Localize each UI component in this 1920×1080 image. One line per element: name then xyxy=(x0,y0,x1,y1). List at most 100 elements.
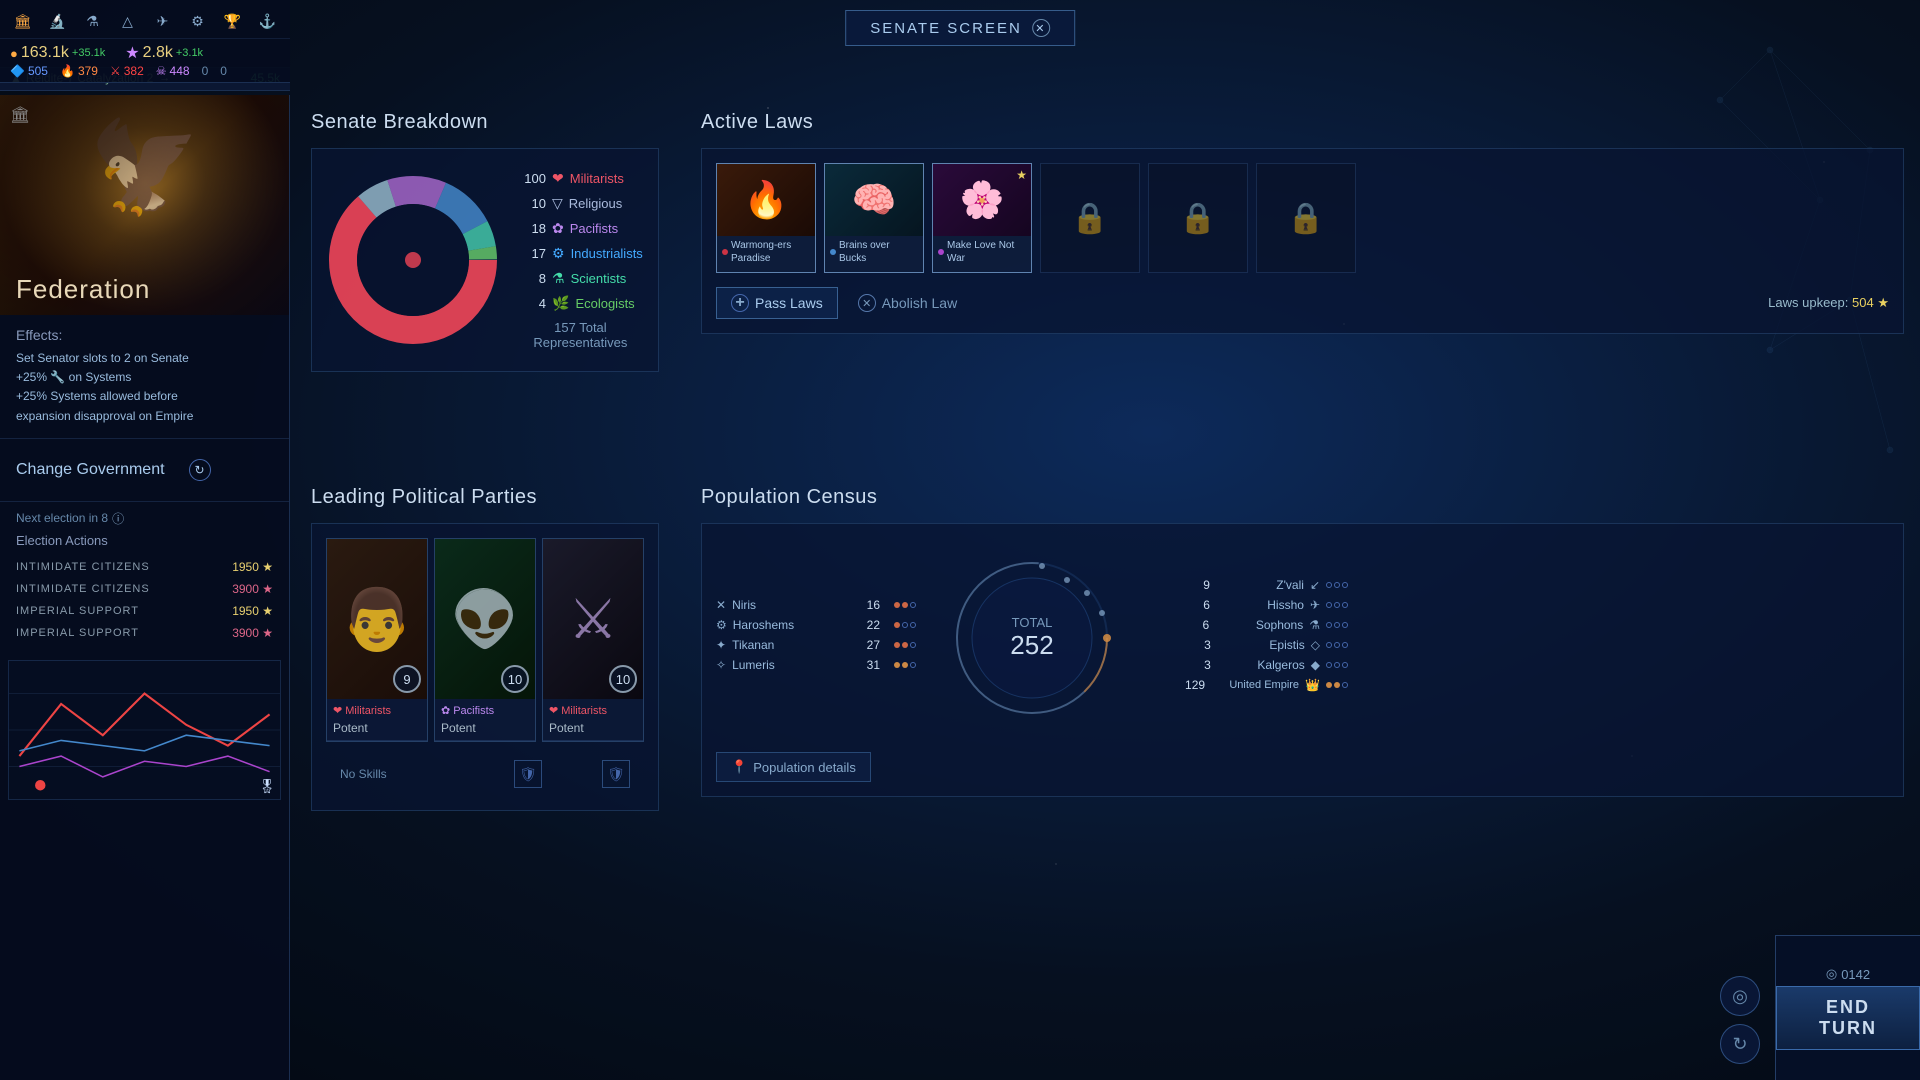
leader-portrait-3: ⚔ 10 xyxy=(543,539,643,699)
haroshems-dot-1 xyxy=(894,622,900,628)
election-chart: 🎖 xyxy=(8,660,281,800)
zvali-dots xyxy=(1326,582,1348,588)
brains-dot xyxy=(830,249,836,255)
tikanan-dot-3 xyxy=(910,642,916,648)
industrialist-label: Industrialists xyxy=(571,246,643,261)
action-imperial-2[interactable]: IMPERIAL SUPPORT 3900 ★ xyxy=(16,622,273,644)
end-turn-button[interactable]: END TURN xyxy=(1776,986,1920,1050)
party-religious: 10 ▽ Religious xyxy=(518,195,643,212)
niris-dot-2 xyxy=(902,602,908,608)
leader-portrait-1: 👨 9 xyxy=(327,539,427,699)
law-card-brains[interactable]: 🧠 Brains over Bucks xyxy=(824,163,924,273)
leader-party-2: ✿ Pacifists xyxy=(435,699,535,719)
compass-button-1[interactable]: ◎ xyxy=(1720,976,1760,1016)
law-card-warmongers[interactable]: 🔥 Warmong-ers Paradise xyxy=(716,163,816,273)
party-ecologists: 4 🌿 Ecologists xyxy=(518,295,643,312)
senate-title-text: SENATE SCREEN xyxy=(870,20,1022,37)
close-button[interactable]: ✕ xyxy=(1032,19,1050,37)
action-intimidate-1[interactable]: INTIMIDATE CITIZENS 1950 ★ xyxy=(16,556,273,578)
end-turn-area: ◎ 0142 END TURN xyxy=(1775,935,1920,1080)
epistis-dot-2 xyxy=(1334,642,1340,648)
tikanan-dot-1 xyxy=(894,642,900,648)
nav-icon-ships[interactable]: ✈ xyxy=(150,8,175,34)
leader-party-icon-2: ✿ xyxy=(441,704,450,717)
faction-portrait: 🦅 🏛 Federation xyxy=(0,95,289,315)
senate-breakdown-section: Senate Breakdown xyxy=(295,95,675,388)
lumeris-dot-1 xyxy=(894,662,900,668)
species-epistis: 3 Epistis ◇ xyxy=(1148,638,1348,652)
leader-rank-2: 10 xyxy=(501,665,529,693)
skill-icon-1[interactable]: 🛡 xyxy=(514,760,542,788)
population-details-button[interactable]: 📍 Population details xyxy=(716,752,871,782)
nav-icon-research[interactable]: 🔬 xyxy=(45,8,70,34)
senate-screen-title: SENATE SCREEN ✕ xyxy=(845,10,1075,46)
hissho-dot-1 xyxy=(1326,602,1332,608)
nav-icon-senate[interactable]: 🏛 xyxy=(10,8,35,34)
niris-dots xyxy=(894,602,916,608)
species-united-empire: 129 United Empire 👑 xyxy=(1148,678,1348,692)
haroshems-icon: ⚙ xyxy=(716,618,727,632)
lock-icon-2: 🔒 xyxy=(1179,201,1216,236)
effect-systems1: +25% 🔧 on Systems xyxy=(16,368,273,387)
ue-dot-3 xyxy=(1342,682,1348,688)
leader-card-2[interactable]: 👽 10 ✿ Pacifists Potent xyxy=(434,538,536,742)
tikanan-dots xyxy=(894,642,916,648)
leader-card-3[interactable]: ⚔ 10 ❤ Militarists Potent xyxy=(542,538,644,742)
population-total: TOTAL 252 xyxy=(1010,615,1053,661)
tikanan-dot-2 xyxy=(902,642,908,648)
population-circle-chart: TOTAL 252 xyxy=(932,538,1132,738)
pass-laws-plus-icon: + xyxy=(731,294,749,312)
compass-button-2[interactable]: ↻ xyxy=(1720,1024,1760,1064)
zvali-name: Z'vali xyxy=(1224,578,1304,592)
pop-details-icon: 📍 xyxy=(731,759,747,775)
leader-cards-row: 👨 9 ❤ Militarists Potent 👽 10 xyxy=(326,538,644,742)
lumeris-count: 31 xyxy=(867,658,880,672)
pass-laws-button[interactable]: + Pass Laws xyxy=(716,287,838,319)
abolish-law-button[interactable]: ✕ Abolish Law xyxy=(858,294,958,312)
change-gov-refresh-icon: ↻ xyxy=(189,459,211,481)
nav-icon-military[interactable]: △ xyxy=(115,8,140,34)
tikanan-icon: ✦ xyxy=(716,638,726,652)
species-niris: ✕ Niris 16 xyxy=(716,598,916,612)
kalgeros-dot-1 xyxy=(1326,662,1332,668)
nav-icon-anchor[interactable]: ⚓ xyxy=(255,8,280,34)
no-skills-label: No Skills xyxy=(340,767,387,781)
nav-icon-industry[interactable]: ⚗ xyxy=(80,8,105,34)
hissho-dots xyxy=(1326,602,1348,608)
next-election-label: Next election in 8 ⓘ xyxy=(16,510,273,527)
species-haroshems: ⚙ Haroshems 22 xyxy=(716,618,916,632)
faction-type-icon: 🏛 xyxy=(10,105,38,133)
nav-icon-trophy[interactable]: 🏆 xyxy=(220,8,245,34)
abolish-label: Abolish Law xyxy=(882,295,958,311)
action-imperial-1[interactable]: IMPERIAL SUPPORT 1950 ★ xyxy=(16,600,273,622)
warmongers-dot xyxy=(722,249,728,255)
religious-label: Religious xyxy=(569,196,622,211)
haroshems-dot-3 xyxy=(910,622,916,628)
industrialist-icon: ⚙ xyxy=(552,245,565,262)
zvali-dot-3 xyxy=(1342,582,1348,588)
law-card-makelove[interactable]: 🌸 ★ Make Love Not War xyxy=(932,163,1032,273)
pass-laws-label: Pass Laws xyxy=(755,295,823,311)
ue-count: 129 xyxy=(1185,678,1205,692)
militarist-icon: ❤ xyxy=(552,170,564,187)
party-industrialists: 17 ⚙ Industrialists xyxy=(518,245,643,262)
nav-icon-settings[interactable]: ⚙ xyxy=(185,8,210,34)
leader-party-3: ❤ Militarists xyxy=(543,699,643,719)
religious-icon: ▽ xyxy=(552,195,563,212)
stat-skull: ☠448 xyxy=(156,64,190,78)
sophons-name: Sophons xyxy=(1223,618,1303,632)
epistis-count: 3 xyxy=(1204,638,1211,652)
leader-rank-label-1: Potent xyxy=(327,719,427,741)
makelove-star-badge: ★ xyxy=(1016,168,1027,182)
laws-actions: + Pass Laws ✕ Abolish Law Laws upkeep: 5… xyxy=(716,287,1889,319)
leader-card-1[interactable]: 👨 9 ❤ Militarists Potent xyxy=(326,538,428,742)
niris-count: 16 xyxy=(867,598,880,612)
skill-icon-2[interactable]: 🛡 xyxy=(602,760,630,788)
action-intimidate-2[interactable]: INTIMIDATE CITIZENS 3900 ★ xyxy=(16,578,273,600)
left-panel: 🦅 🏛 Federation Effects: Set Senator slot… xyxy=(0,95,290,1080)
pacifist-icon: ✿ xyxy=(552,220,564,237)
militarist-label: Militarists xyxy=(570,171,624,186)
hissho-name: Hissho xyxy=(1224,598,1304,612)
change-government-button[interactable]: Change Government ↻ xyxy=(16,449,273,491)
election-actions-label: Election Actions xyxy=(16,533,273,548)
